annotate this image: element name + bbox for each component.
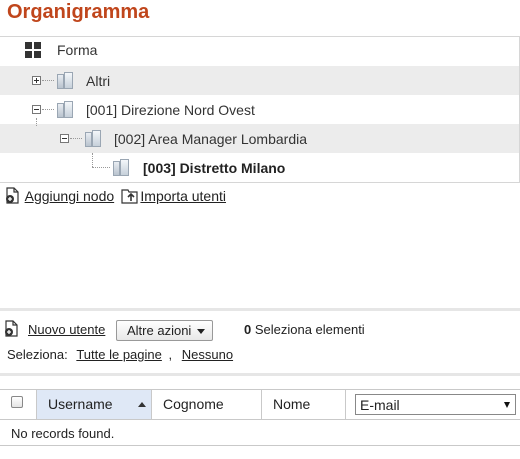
tree-node-001[interactable]: [001] Direzione Nord Ovest [0,95,519,124]
section-divider [0,308,520,311]
org-tree: Forma Altri [001] Direzione Nord Ovest [… [0,36,520,183]
org-unit-icon [55,71,75,90]
select-separator: , [168,347,173,362]
sort-ascending-icon [138,402,146,407]
org-unit-icon [83,129,103,148]
tree-node-altri[interactable]: Altri [0,66,519,95]
expand-icon[interactable] [32,76,41,85]
select-all-cell [0,390,37,419]
table-header-row: Username Cognome Nome E-mail [0,390,520,420]
section-divider [0,373,520,376]
column-header-cognome[interactable]: Cognome [152,390,262,419]
import-users-icon[interactable] [121,187,138,204]
column-header-label: Username [48,396,113,412]
dropdown-arrow-icon [504,402,510,408]
column-header-label: Nome [273,396,311,412]
tree-node-002[interactable]: [002] Area Manager Lombardia [0,118,519,153]
grid-icon [25,42,42,59]
tree-node-label-selected: [003] Distretto Milano [143,160,286,176]
page-title: Organigramma [7,1,150,23]
tree-node-label: Altri [86,73,111,89]
new-user-link[interactable]: Nuovo utente [28,322,105,337]
add-node-icon[interactable] [5,187,21,204]
tree-root-label: Forma [57,42,98,58]
tree-actions: Aggiungi nodo Importa utenti [5,187,226,205]
selection-count: 0 Seleziona elementi [244,322,365,337]
org-unit-icon [111,158,131,177]
tree-root-row[interactable]: Forma [0,37,519,66]
selection-controls: Seleziona: Tutte le pagine , Nessuno [7,347,233,362]
new-user-icon[interactable] [4,320,20,337]
caret-down-icon [197,329,205,334]
column-header-username[interactable]: Username [37,390,152,419]
more-actions-button[interactable]: Altre azioni [116,320,213,341]
extra-column-select[interactable]: E-mail [355,394,516,415]
select-prefix: Seleziona: [7,347,68,362]
more-actions-label: Altre azioni [127,323,192,338]
select-all-pages-link[interactable]: Tutte le pagine [76,347,162,362]
select-all-checkbox[interactable] [11,396,23,408]
collapse-icon[interactable] [32,105,41,114]
users-toolbar: Nuovo utente Altre azioni 0 Seleziona el… [4,320,520,342]
org-unit-icon [55,100,75,119]
tree-node-003[interactable]: [003] Distretto Milano [0,153,519,182]
empty-table-message: No records found. [11,426,115,441]
select-none-link[interactable]: Nessuno [182,347,233,362]
users-table: Username Cognome Nome E-mail No records … [0,389,520,446]
extra-column-select-value: E-mail [360,397,400,413]
column-header-nome[interactable]: Nome [262,390,346,419]
tree-node-label: [001] Direzione Nord Ovest [86,102,255,118]
column-header-label: Cognome [163,396,224,412]
collapse-icon[interactable] [60,134,69,143]
add-node-link[interactable]: Aggiungi nodo [25,188,115,204]
selected-count-label: Seleziona elementi [251,322,365,337]
import-users-link[interactable]: Importa utenti [140,188,226,204]
tree-node-label: [002] Area Manager Lombardia [114,131,308,147]
